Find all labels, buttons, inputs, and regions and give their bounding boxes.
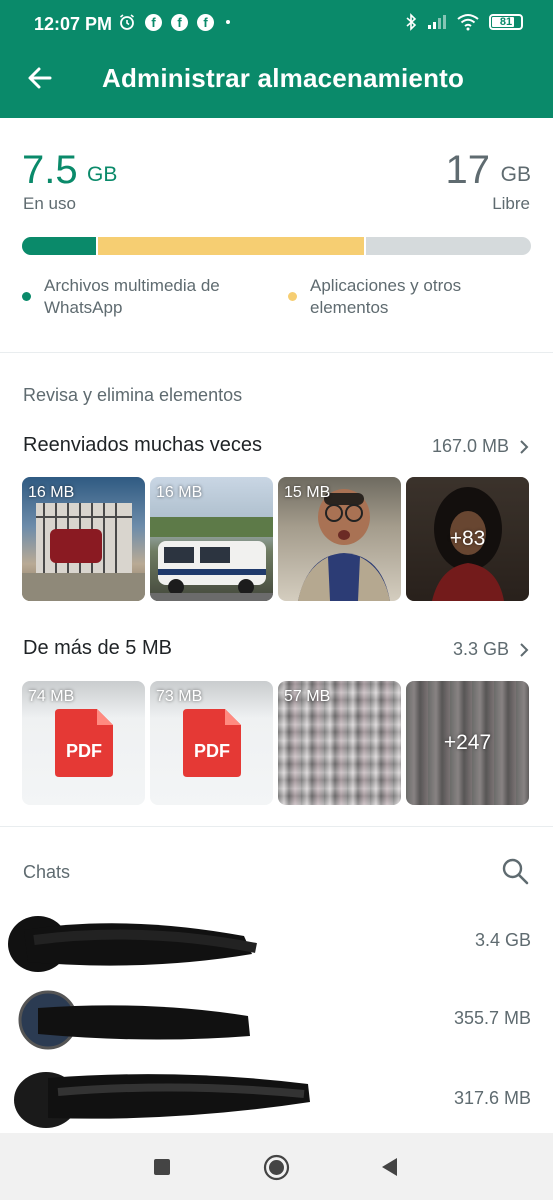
battery-icon: 81 <box>489 14 523 30</box>
legend-dot <box>288 292 297 301</box>
battery-level-text: 81 <box>499 16 513 28</box>
document-thumbnail[interactable]: PDF 74 MB <box>22 681 145 805</box>
more-count: +83 <box>449 527 486 550</box>
whatsapp-usage-segment <box>22 237 96 255</box>
divider <box>0 826 553 827</box>
pdf-file-icon: PDF <box>183 709 241 777</box>
wifi-icon <box>457 14 479 31</box>
pdf-type-label: PDF <box>194 741 230 761</box>
media-thumbnail-more[interactable]: +247 <box>406 681 529 805</box>
chevron-right-icon <box>520 440 529 454</box>
larger-than-5mb-row[interactable]: De más de 5 MB 3.3 GB <box>0 633 553 669</box>
status-time: 12:07 PM <box>34 14 113 34</box>
facebook-icon: f <box>197 13 214 31</box>
chat-storage-size: 355.7 MB <box>453 1008 531 1028</box>
dot-icon <box>226 20 230 24</box>
more-count: +247 <box>443 731 492 754</box>
thumbnail-size: 16 MB <box>156 484 203 501</box>
chat-storage-size: 3.4 GB <box>474 930 531 950</box>
thumbnail-size: 74 MB <box>28 688 75 705</box>
forwarded-many-times-row[interactable]: Reenviados muchas veces 167.0 MB <box>0 430 553 466</box>
media-thumbnail[interactable]: 57 MB <box>278 681 401 805</box>
divider <box>0 352 553 353</box>
thumbnail-size: 57 MB <box>284 688 331 705</box>
free-storage-label: Libre <box>492 194 530 213</box>
large-file-thumbnails: PDF 74 MB PDF 73 MB 57 MB +247 <box>22 681 532 805</box>
status-bar: 12:07 PM f f f 81 <box>0 0 553 48</box>
chat-row[interactable]: 317.6 MB <box>0 1060 553 1136</box>
chat-storage-size: 317.6 MB <box>453 1088 531 1108</box>
large-files-size: 3.3 GB <box>452 639 509 659</box>
legend-dot <box>22 292 31 301</box>
legend-label: Aplicaciones y otros elementos <box>310 276 462 317</box>
large-files-label: De más de 5 MB <box>23 637 172 659</box>
legend-label: Archivos multimedia de WhatsApp <box>44 276 220 317</box>
review-section-title: Revisa y elimina elementos <box>23 385 243 405</box>
arrow-left-icon[interactable] <box>24 62 56 94</box>
free-storage-value: 17 <box>445 148 491 192</box>
recents-square-icon[interactable] <box>153 1158 171 1176</box>
thumbnail-size: 73 MB <box>156 688 203 705</box>
search-icon[interactable] <box>501 857 529 885</box>
media-thumbnail-more[interactable]: +83 <box>406 477 529 601</box>
used-storage-unit: GB <box>87 163 118 186</box>
system-icons: 81 <box>405 13 523 31</box>
page-title: Administrar almacenamiento <box>102 63 465 93</box>
chat-row[interactable]: 355.7 MB <box>0 982 553 1058</box>
redacted-chat-name <box>18 990 250 1050</box>
storage-usage-bar <box>22 237 531 255</box>
bluetooth-icon <box>406 13 417 31</box>
forwarded-thumbnails: 16 MB 16 MB 15 MB +83 <box>22 477 532 601</box>
signal-icon <box>428 15 446 29</box>
media-thumbnail[interactable]: 16 MB <box>150 477 273 601</box>
chat-row[interactable]: 3.4 GB <box>0 904 553 980</box>
media-thumbnail[interactable]: 15 MB <box>278 477 401 601</box>
forwarded-label: Reenviados muchas veces <box>23 434 263 456</box>
apps-usage-segment <box>95 237 366 255</box>
system-navigation-bar <box>0 1133 553 1200</box>
thumbnail-size: 16 MB <box>28 484 75 501</box>
chevron-right-icon <box>520 643 529 657</box>
back-triangle-icon[interactable] <box>380 1157 398 1177</box>
used-storage-value: 7.5 <box>22 148 78 192</box>
free-storage-unit: GB <box>500 163 531 186</box>
notification-icons: f f f <box>118 13 233 31</box>
pdf-type-label: PDF <box>66 741 102 761</box>
home-circle-icon[interactable] <box>263 1154 290 1181</box>
app-bar: 12:07 PM f f f 81 Administrar almacenami… <box>0 0 553 118</box>
redacted-chat-name <box>8 916 257 972</box>
pdf-file-icon: PDF <box>55 709 113 777</box>
chats-section-title: Chats <box>23 862 71 882</box>
media-thumbnail[interactable]: 16 MB <box>22 477 145 601</box>
document-thumbnail[interactable]: PDF 73 MB <box>150 681 273 805</box>
facebook-icon: f <box>171 13 188 31</box>
forwarded-size: 167.0 MB <box>431 436 509 456</box>
thumbnail-size: 15 MB <box>284 484 331 501</box>
alarm-icon <box>120 14 134 30</box>
facebook-icon: f <box>145 13 162 31</box>
used-storage-label: En uso <box>23 194 76 213</box>
redacted-chat-name <box>14 1072 310 1128</box>
